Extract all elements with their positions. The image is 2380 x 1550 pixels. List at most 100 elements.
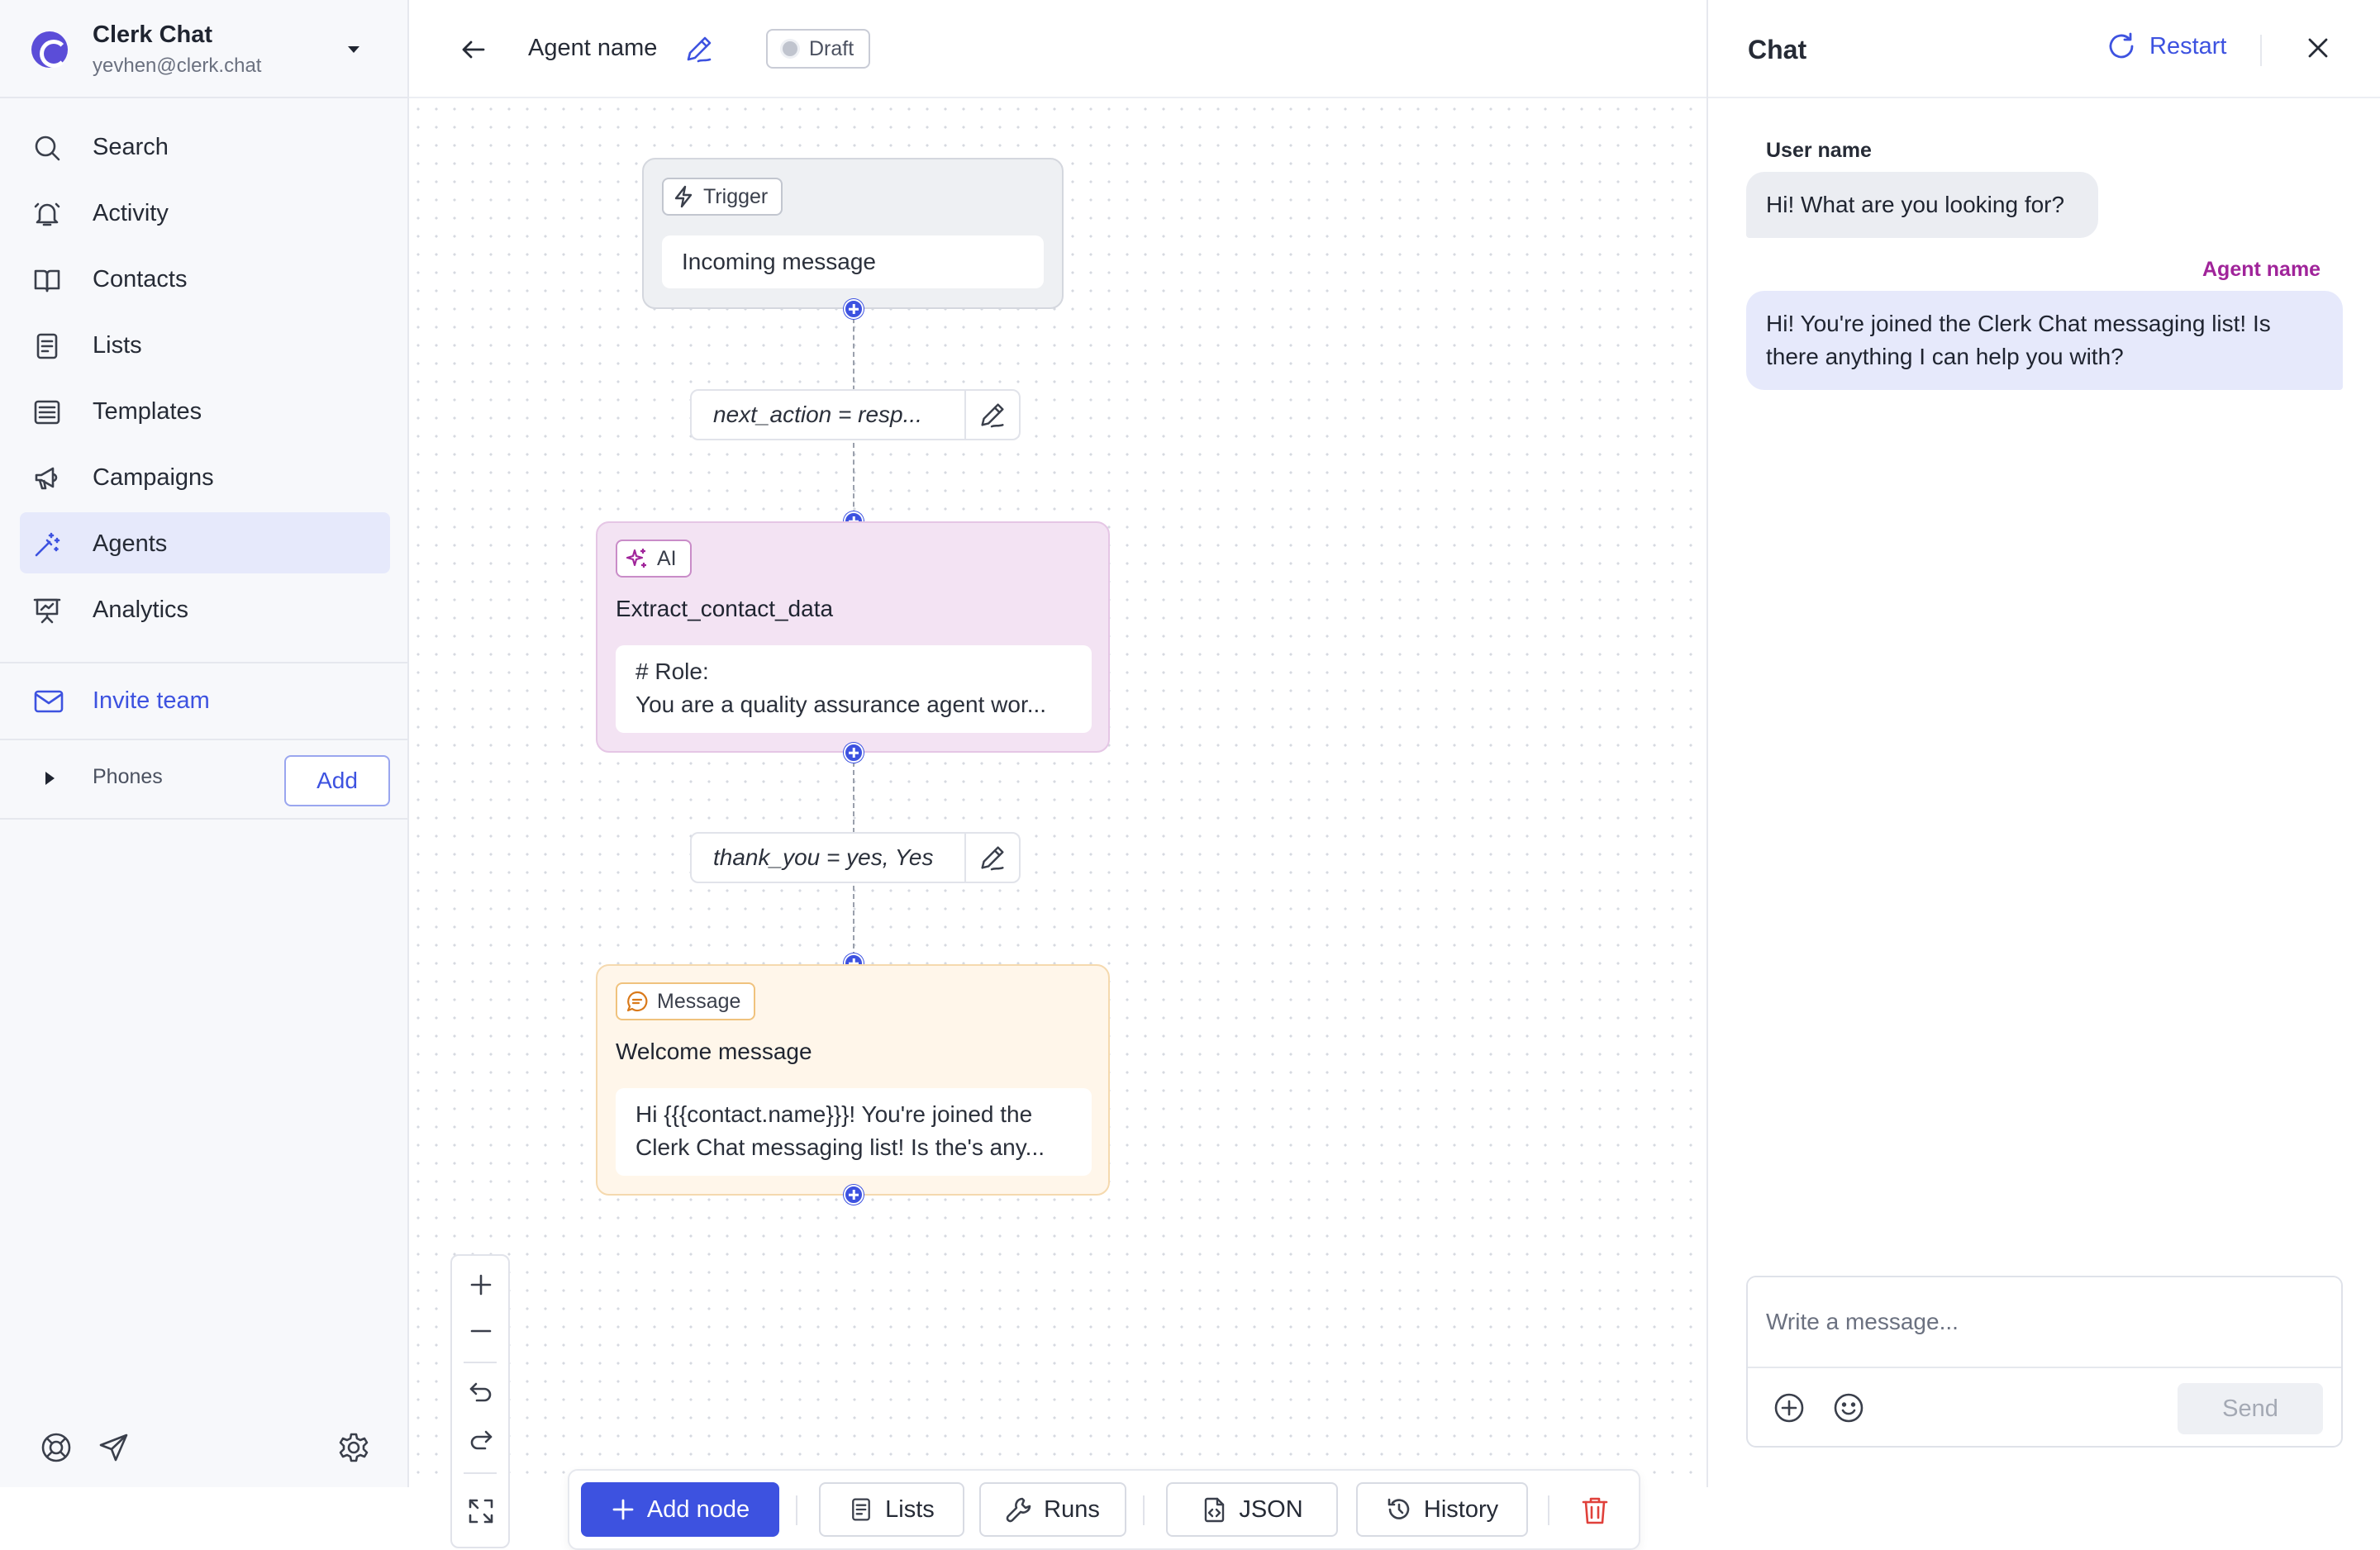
sidebar-item-label: Templates bbox=[93, 398, 202, 425]
chat-header: Chat Restart bbox=[1708, 0, 2380, 98]
chat-message-agent: Hi! You're joined the Clerk Chat messagi… bbox=[1746, 291, 2343, 390]
caret-down-icon[interactable] bbox=[345, 41, 362, 58]
sidebar-item-search[interactable]: Search bbox=[20, 116, 390, 177]
sparkles-icon bbox=[626, 549, 646, 568]
add-node-plus-icon[interactable] bbox=[844, 1185, 864, 1205]
chat-bubble-icon bbox=[626, 991, 648, 1012]
phones-section: Phones Add bbox=[0, 740, 407, 820]
lightning-icon bbox=[674, 185, 693, 208]
restart-icon bbox=[2109, 32, 2134, 59]
sidebar-nav: Search Activity Contacts Lists Templates… bbox=[20, 116, 390, 644]
canvas-toolbar: Add node Lists Runs JSON History bbox=[568, 1469, 1640, 1550]
lists-button[interactable]: Lists bbox=[819, 1482, 964, 1537]
back-arrow-icon[interactable] bbox=[459, 35, 488, 64]
redo-icon[interactable] bbox=[467, 1426, 495, 1454]
message-badge: Message bbox=[616, 982, 756, 1020]
send-feedback-icon[interactable] bbox=[98, 1431, 131, 1464]
sidebar-item-label: Activity bbox=[93, 200, 169, 226]
send-button[interactable]: Send bbox=[2178, 1383, 2323, 1434]
sidebar-footer bbox=[0, 1413, 407, 1487]
status-badge: Draft bbox=[766, 29, 871, 69]
sidebar-item-label: Lists bbox=[93, 332, 142, 359]
sidebar-item-lists[interactable]: Lists bbox=[20, 314, 390, 375]
zoom-out-icon[interactable] bbox=[467, 1317, 495, 1345]
sidebar-item-activity[interactable]: Activity bbox=[20, 182, 390, 243]
message-composer: Send bbox=[1746, 1276, 2343, 1448]
sidebar-item-contacts[interactable]: Contacts bbox=[20, 248, 390, 309]
document-icon bbox=[852, 1498, 871, 1521]
message-input[interactable] bbox=[1748, 1277, 2341, 1368]
json-button[interactable]: JSON bbox=[1166, 1482, 1338, 1537]
plus-icon bbox=[612, 1499, 634, 1520]
clerk-chat-logo-icon bbox=[31, 31, 68, 68]
sidebar-item-agents[interactable]: Agents bbox=[20, 512, 390, 573]
flow-canvas[interactable]: Trigger Incoming message next_action = r… bbox=[409, 100, 1706, 1550]
divider bbox=[2260, 35, 2262, 66]
trigger-node[interactable]: Trigger Incoming message bbox=[642, 158, 1064, 309]
history-button[interactable]: History bbox=[1356, 1482, 1528, 1537]
workspace-email: yevhen@clerk.chat bbox=[93, 55, 262, 77]
edit-name-pencil-icon[interactable] bbox=[683, 33, 715, 64]
bell-icon bbox=[34, 202, 60, 226]
trigger-badge-label: Trigger bbox=[703, 184, 769, 208]
trigger-badge: Trigger bbox=[662, 178, 783, 216]
message-sender: User name bbox=[1766, 139, 1872, 162]
add-node-button[interactable]: Add node bbox=[581, 1482, 779, 1537]
edit-pencil-icon[interactable] bbox=[978, 843, 1007, 872]
runs-button[interactable]: Runs bbox=[979, 1482, 1126, 1537]
sidebar-item-templates[interactable]: Templates bbox=[20, 380, 390, 441]
delete-trash-icon[interactable] bbox=[1581, 1495, 1609, 1525]
emoji-icon[interactable] bbox=[1832, 1391, 1865, 1424]
ai-node-prompt: # Role: You are a quality assurance agen… bbox=[616, 645, 1092, 733]
history-clock-icon bbox=[1388, 1498, 1410, 1519]
restart-button[interactable]: Restart bbox=[2106, 31, 2226, 61]
phones-label: Phones bbox=[93, 765, 163, 788]
zoom-in-icon[interactable] bbox=[467, 1271, 495, 1299]
gear-icon[interactable] bbox=[337, 1431, 370, 1464]
ai-node[interactable]: AI Extract_contact_data # Role: You are … bbox=[596, 521, 1110, 753]
canvas-zoom-controls bbox=[450, 1254, 510, 1548]
editor-header: Agent name Draft bbox=[409, 0, 1706, 98]
edit-pencil-icon[interactable] bbox=[978, 400, 1007, 430]
condition-text: next_action = resp... bbox=[713, 402, 922, 427]
message-sender: Agent name bbox=[2202, 258, 2321, 281]
sidebar-item-label: Campaigns bbox=[93, 464, 214, 491]
add-node-plus-icon[interactable] bbox=[844, 743, 864, 763]
message-node[interactable]: Message Welcome message Hi {{{contact.na… bbox=[596, 964, 1110, 1196]
search-icon bbox=[35, 136, 60, 161]
condition-edge-1[interactable]: next_action = resp... bbox=[690, 389, 1021, 440]
invite-team-label: Invite team bbox=[93, 687, 210, 714]
message-node-text: Hi {{{contact.name}}}! You're joined the… bbox=[616, 1088, 1092, 1176]
add-phone-button[interactable]: Add bbox=[284, 755, 390, 806]
chat-message-user: Hi! What are you looking for? bbox=[1746, 172, 2098, 238]
agent-name-title: Agent name bbox=[528, 35, 658, 61]
invite-team-link[interactable]: Invite team bbox=[20, 671, 390, 732]
presentation-chart-icon bbox=[33, 598, 61, 624]
ai-badge-label: AI bbox=[657, 546, 677, 570]
sidebar-item-label: Contacts bbox=[93, 266, 188, 292]
fit-to-screen-icon[interactable] bbox=[467, 1497, 495, 1525]
sidebar-item-label: Search bbox=[93, 134, 169, 160]
undo-icon[interactable] bbox=[467, 1378, 495, 1406]
workspace-switcher[interactable]: Clerk Chat yevhen@clerk.chat bbox=[0, 0, 407, 98]
message-node-title: Welcome message bbox=[616, 1039, 812, 1064]
condition-edge-2[interactable]: thank_you = yes, Yes bbox=[690, 832, 1021, 883]
caret-right-icon[interactable] bbox=[43, 770, 56, 787]
sidebar-item-label: Agents bbox=[93, 530, 168, 557]
divider bbox=[0, 818, 407, 820]
add-attachment-icon[interactable] bbox=[1773, 1391, 1806, 1424]
megaphone-icon bbox=[35, 467, 58, 490]
message-badge-label: Message bbox=[657, 989, 741, 1013]
sidebar-item-campaigns[interactable]: Campaigns bbox=[20, 446, 390, 507]
help-lifebuoy-icon[interactable] bbox=[40, 1431, 73, 1464]
book-icon bbox=[34, 269, 60, 292]
close-icon[interactable] bbox=[2303, 33, 2333, 63]
template-icon bbox=[34, 400, 60, 425]
sidebar: Clerk Chat yevhen@clerk.chat Search Acti… bbox=[0, 0, 409, 1487]
connector-line bbox=[853, 886, 854, 957]
sidebar-item-analytics[interactable]: Analytics bbox=[20, 578, 390, 639]
agent-editor: Agent name Draft Trigger Incoming messag… bbox=[409, 0, 1706, 1550]
wrench-icon bbox=[1006, 1497, 1031, 1523]
workspace-name: Clerk Chat bbox=[93, 21, 213, 48]
add-node-plus-icon[interactable] bbox=[844, 299, 864, 319]
